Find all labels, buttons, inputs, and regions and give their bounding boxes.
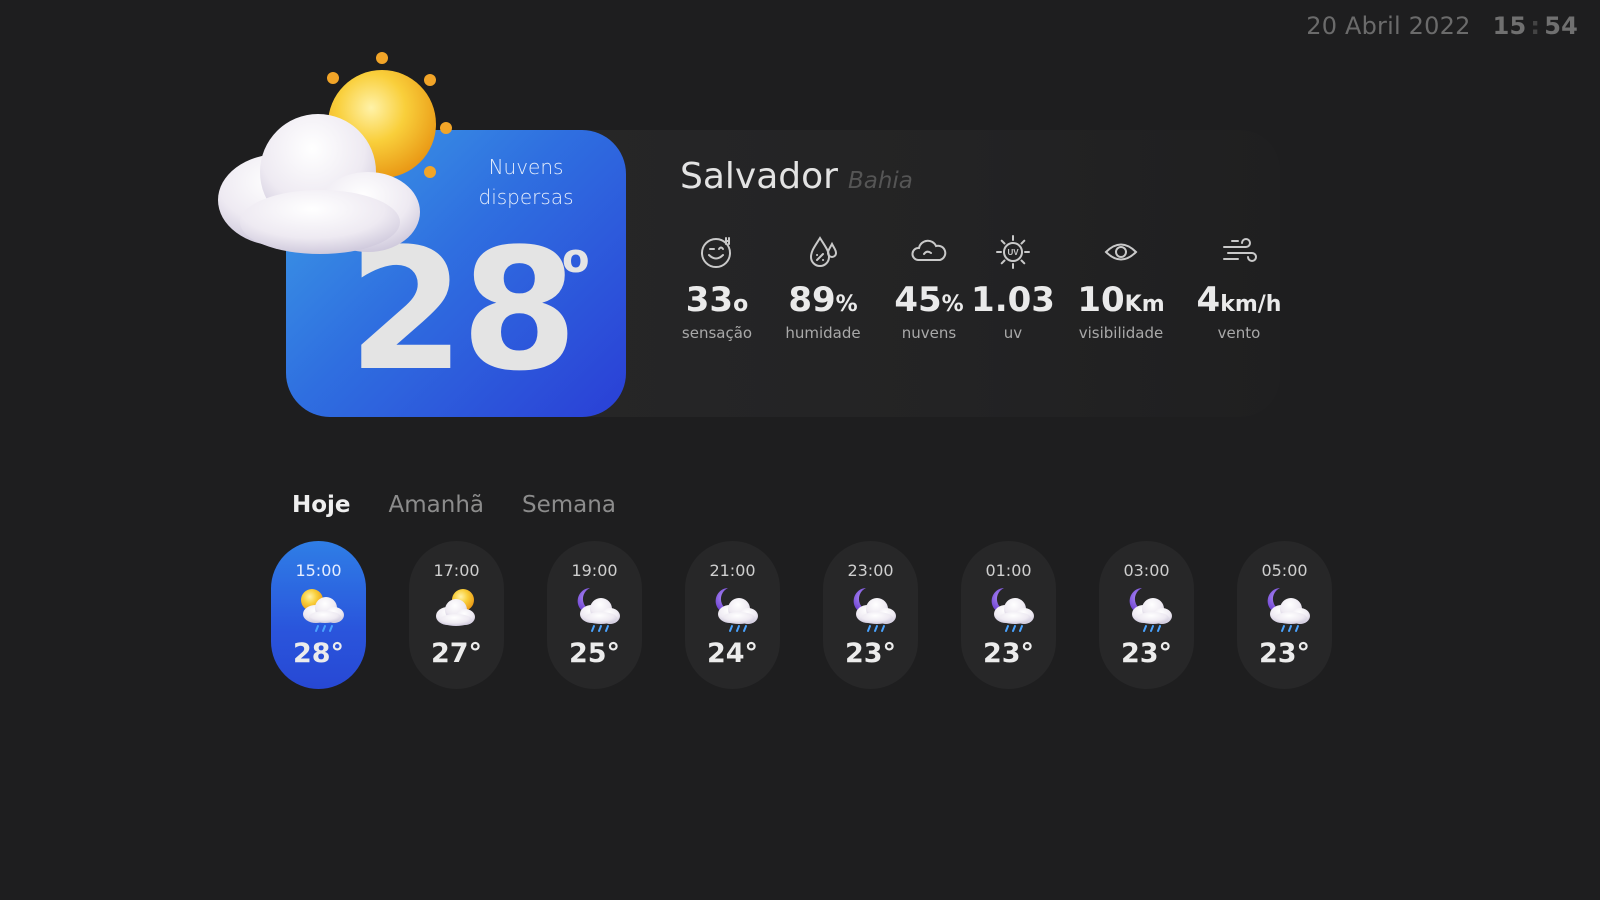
hour-card[interactable]: 05:00 23° — [1237, 541, 1332, 689]
hour-temp: 28° — [292, 638, 345, 669]
stat-value: 4 — [1196, 280, 1221, 320]
moon-cloud-rain-icon — [961, 582, 1056, 636]
svg-text:UV: UV — [1007, 248, 1019, 257]
condition-line-1: Nuvens — [488, 155, 564, 179]
hour-card[interactable]: 19:00 25° — [547, 541, 642, 689]
weather-stats: 33o sensação 89% humidade 45% nuvens UV … — [662, 232, 1322, 352]
hour-time: 05:00 — [1261, 561, 1308, 580]
hour-temp: 23° — [1120, 638, 1173, 669]
hour-time: 01:00 — [985, 561, 1032, 580]
current-hour: 15 — [1492, 12, 1527, 40]
feels-like-face-icon — [662, 232, 772, 272]
stat-feels-like: 33o sensação — [662, 232, 772, 342]
sun-behind-cloud-icon — [218, 52, 452, 254]
hour-time: 15:00 — [295, 561, 342, 580]
sun-behind-cloud-icon — [409, 582, 504, 636]
degree-symbol: o — [562, 236, 590, 282]
moon-cloud-rain-icon — [823, 582, 918, 636]
moon-cloud-rain-icon — [1237, 582, 1332, 636]
wind-icon — [1184, 232, 1294, 272]
stat-value: 1.03 — [971, 280, 1055, 320]
uv-sun-icon: UV — [958, 232, 1068, 272]
tab-week[interactable]: Semana — [522, 492, 616, 518]
weather-condition: Nuvens dispersas — [456, 152, 596, 212]
stat-value: 45 — [894, 280, 942, 320]
moon-cloud-rain-icon — [547, 582, 642, 636]
city-name: Salvador — [680, 156, 838, 197]
hour-time: 21:00 — [709, 561, 756, 580]
stat-unit: km/h — [1220, 292, 1282, 317]
hour-temp: 23° — [982, 638, 1035, 669]
forecast-tabs: Hoje Amanhã Semana — [292, 492, 654, 518]
date-time: 20 Abril 2022 15:54 — [1306, 12, 1578, 40]
tab-today[interactable]: Hoje — [292, 492, 351, 518]
hour-card[interactable]: 21:00 24° — [685, 541, 780, 689]
state-name: Bahia — [847, 168, 913, 194]
hour-time: 17:00 — [433, 561, 480, 580]
tab-tomorrow[interactable]: Amanhã — [389, 492, 484, 518]
moon-cloud-rain-icon — [685, 582, 780, 636]
hour-temp: 23° — [1258, 638, 1311, 669]
stat-label: vento — [1217, 324, 1261, 342]
stat-unit: Km — [1124, 292, 1165, 317]
stat-visibility: 10Km visibilidade — [1066, 232, 1176, 342]
condition-line-2: dispersas — [478, 185, 574, 209]
hour-card[interactable]: 15:00 28° — [271, 541, 366, 689]
current-minute: 54 — [1544, 12, 1578, 40]
stat-label: sensação — [681, 324, 753, 342]
stat-unit: % — [835, 292, 858, 317]
time-separator: : — [1530, 12, 1541, 40]
sun-cloud-rain-icon — [271, 582, 366, 636]
stat-uv: UV 1.03 uv — [958, 232, 1068, 342]
moon-cloud-rain-icon — [1099, 582, 1194, 636]
stat-wind: 4km/h vento — [1184, 232, 1294, 342]
location: Salvador Bahia — [680, 156, 913, 197]
eye-icon — [1066, 232, 1176, 272]
humidity-drop-icon — [768, 232, 878, 272]
hour-temp: 27° — [430, 638, 483, 669]
hour-time: 23:00 — [847, 561, 894, 580]
stat-label: humidade — [785, 324, 861, 342]
stat-unit: o — [733, 292, 749, 317]
stat-humidity: 89% humidade — [768, 232, 878, 342]
stat-label: uv — [1003, 324, 1023, 342]
hour-card[interactable]: 01:00 23° — [961, 541, 1056, 689]
stat-value: 33 — [685, 280, 734, 320]
hour-card[interactable]: 23:00 23° — [823, 541, 918, 689]
hour-temp: 23° — [844, 638, 897, 669]
hour-card[interactable]: 17:00 27° — [409, 541, 504, 689]
hour-time: 19:00 — [571, 561, 618, 580]
hour-temp: 25° — [568, 638, 621, 669]
stat-label: visibilidade — [1078, 324, 1164, 342]
hour-temp: 24° — [706, 638, 759, 669]
hour-card[interactable]: 03:00 23° — [1099, 541, 1194, 689]
weather-dashboard: 20 Abril 2022 15:54 Nuvens dispersas 28 o… — [0, 0, 1600, 900]
current-date: 20 Abril 2022 — [1306, 12, 1471, 40]
stat-value: 89 — [788, 280, 836, 320]
hour-time: 03:00 — [1123, 561, 1170, 580]
stat-value: 10 — [1077, 280, 1125, 320]
